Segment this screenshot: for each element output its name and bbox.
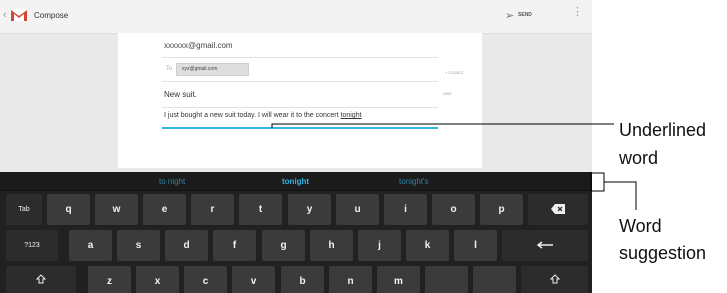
subject-field[interactable]: New suit. bbox=[162, 81, 438, 108]
key-b[interactable]: b bbox=[281, 266, 324, 293]
body-text: I just bought a new suit today. I will w… bbox=[164, 112, 362, 119]
recipient-chip[interactable]: xyz@gmail.com bbox=[176, 63, 249, 76]
subject-value: New suit. bbox=[164, 90, 197, 99]
body-text-main: I just bought a new suit today. I will w… bbox=[164, 112, 341, 119]
key-f[interactable]: f bbox=[213, 230, 256, 261]
key-p[interactable]: p bbox=[480, 194, 523, 225]
key-a[interactable]: a bbox=[69, 230, 112, 261]
cc-bcc-button[interactable]: + CC/BCC bbox=[445, 70, 464, 75]
from-value: xxxxxx@gmail.com bbox=[164, 41, 233, 50]
key-g[interactable]: g bbox=[262, 230, 305, 261]
key-i[interactable]: i bbox=[384, 194, 427, 225]
up-navigation-icon[interactable]: ‹ bbox=[3, 9, 7, 21]
attach-button[interactable]: GBD bbox=[443, 91, 452, 96]
key-x[interactable]: x bbox=[136, 266, 179, 293]
key-backspace[interactable] bbox=[528, 194, 588, 225]
key-shift-left[interactable] bbox=[6, 266, 76, 293]
key-r[interactable]: r bbox=[191, 194, 234, 225]
overflow-menu-icon[interactable]: ⋮ bbox=[572, 7, 583, 18]
key-comma[interactable] bbox=[425, 266, 468, 293]
key-n[interactable]: n bbox=[329, 266, 372, 293]
callout-underlined-word: Underlined word bbox=[619, 120, 707, 168]
shift-icon bbox=[549, 274, 560, 284]
key-q[interactable]: q bbox=[47, 194, 90, 225]
callout-word-suggestion: Word suggestion bbox=[619, 216, 707, 263]
body-field[interactable]: I just bought a new suit today. I will w… bbox=[162, 107, 438, 129]
key-z[interactable]: z bbox=[88, 266, 131, 293]
action-bar: ‹ Compose ➢ SEND ⋮ bbox=[0, 0, 592, 34]
backspace-icon bbox=[551, 204, 565, 215]
key-m[interactable]: m bbox=[377, 266, 420, 293]
gmail-logo-icon[interactable] bbox=[10, 8, 28, 22]
key-k[interactable]: k bbox=[406, 230, 449, 261]
word-suggestion-strip: to night tonight tonight's bbox=[0, 172, 592, 191]
key-tab[interactable]: Tab bbox=[6, 194, 42, 225]
on-screen-keyboard: to night tonight tonight's Tab q w e r t… bbox=[0, 172, 592, 293]
key-y[interactable]: y bbox=[288, 194, 331, 225]
to-field[interactable]: To xyz@gmail.com bbox=[162, 57, 438, 82]
key-e[interactable]: e bbox=[143, 194, 186, 225]
key-enter[interactable] bbox=[502, 230, 588, 261]
key-c[interactable]: c bbox=[184, 266, 227, 293]
key-w[interactable]: w bbox=[95, 194, 138, 225]
key-h[interactable]: h bbox=[310, 230, 353, 261]
suggestion-item[interactable]: tonight's bbox=[399, 177, 429, 186]
key-v[interactable]: v bbox=[232, 266, 275, 293]
key-d[interactable]: d bbox=[165, 230, 208, 261]
send-icon[interactable]: ➢ bbox=[505, 9, 514, 22]
send-button[interactable]: SEND bbox=[518, 12, 532, 18]
shift-icon bbox=[35, 274, 47, 284]
key-symbols[interactable]: ?123 bbox=[6, 230, 58, 261]
suggestion-item-selected[interactable]: tonight bbox=[282, 177, 309, 186]
key-s[interactable]: s bbox=[117, 230, 160, 261]
key-t[interactable]: t bbox=[239, 194, 282, 225]
underlined-word[interactable]: tonight bbox=[341, 112, 362, 119]
key-shift-right[interactable] bbox=[521, 266, 588, 293]
tablet-screen: ‹ Compose ➢ SEND ⋮ xxxxxx@gmail.com To x… bbox=[0, 0, 592, 293]
key-j[interactable]: j bbox=[358, 230, 401, 261]
suggestion-bracket bbox=[590, 172, 605, 192]
recipient-chip-label: xyz@gmail.com bbox=[182, 66, 218, 72]
key-o[interactable]: o bbox=[432, 194, 475, 225]
page-title: Compose bbox=[34, 11, 69, 20]
compose-form: xxxxxx@gmail.com To xyz@gmail.com + CC/B… bbox=[118, 33, 482, 168]
from-field[interactable]: xxxxxx@gmail.com bbox=[162, 33, 438, 58]
suggestion-item[interactable]: to night bbox=[159, 177, 185, 186]
word-suggestion-leader-line bbox=[604, 181, 637, 210]
enter-icon bbox=[536, 241, 553, 249]
key-l[interactable]: l bbox=[454, 230, 497, 261]
to-label: To bbox=[166, 66, 173, 72]
key-u[interactable]: u bbox=[336, 194, 379, 225]
key-period[interactable] bbox=[473, 266, 516, 293]
